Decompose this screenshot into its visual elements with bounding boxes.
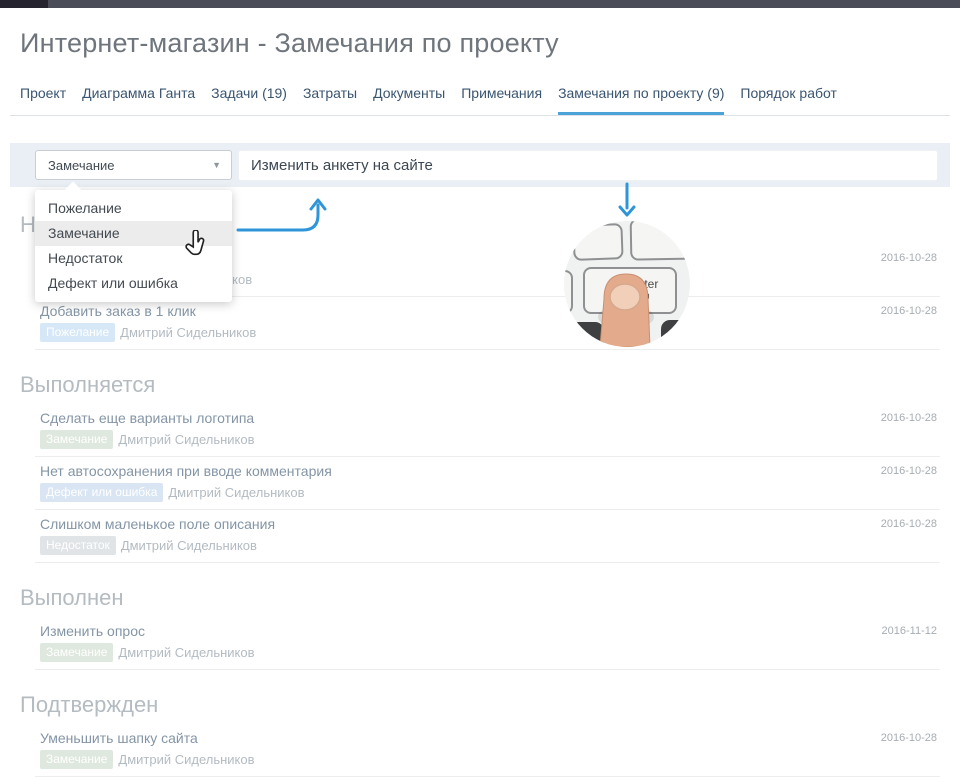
remark-title[interactable]: Уменьшить шапку сайта xyxy=(40,730,940,747)
remark-title-input[interactable] xyxy=(238,150,938,181)
remark-title[interactable]: Изменить опрос xyxy=(40,623,940,640)
remark-type-select-value: Замечание xyxy=(48,158,115,173)
type-badge: Недостаток xyxy=(40,536,116,555)
type-badge: Замечание xyxy=(40,643,113,662)
keyboard-key xyxy=(631,221,690,260)
tab-active[interactable]: Замечания по проекту (9) xyxy=(558,85,724,115)
add-remark-form: Замечание ▼ xyxy=(10,143,950,187)
window-top-bar xyxy=(0,0,960,8)
tab[interactable]: Задачи (19) xyxy=(211,85,287,115)
page-title: Интернет-магазин - Замечания по проекту xyxy=(20,28,960,59)
dropdown-option[interactable]: Пожелание xyxy=(35,196,232,221)
remark-meta: Замечание Дмитрий Сидельников xyxy=(40,750,940,769)
remark-date: 2016-10-28 xyxy=(881,465,937,477)
remark-title[interactable]: Нет автосохранения при вводе комментария xyxy=(40,463,940,480)
section-title: Выполняется xyxy=(20,372,940,398)
type-badge: Пожелание xyxy=(40,323,115,342)
remark-type-select[interactable]: Замечание ▼ xyxy=(35,150,232,180)
tab[interactable]: Порядок работ xyxy=(740,85,837,115)
chevron-down-icon: ▼ xyxy=(212,160,221,170)
remark-date: 2016-10-28 xyxy=(881,412,937,424)
tab[interactable]: Документы xyxy=(373,85,445,115)
remark-date: 2016-10-28 xyxy=(881,305,937,317)
author-name: Дмитрий Сидельников xyxy=(118,432,254,447)
enter-key-image: Enter ↵ xyxy=(564,221,690,347)
keyboard-key xyxy=(564,271,572,313)
remark-title[interactable]: Сделать еще варианты логотипа xyxy=(40,410,940,427)
remark-date: 2016-10-28 xyxy=(881,518,937,530)
remark-row[interactable]: Нет автосохранения при вводе комментария… xyxy=(35,457,940,510)
remark-meta: Замечание Дмитрий Сидельников xyxy=(40,430,940,449)
remark-meta: Замечание Дмитрий Сидельников xyxy=(40,643,940,662)
tab[interactable]: Диаграмма Ганта xyxy=(82,85,195,115)
remark-meta: Дефект или ошибка Дмитрий Сидельников xyxy=(40,483,940,502)
remark-type-dropdown: ПожеланиеЗамечаниеНедостатокДефект или о… xyxy=(35,190,232,302)
remark-title[interactable]: Слишком маленькое поле описания xyxy=(40,516,940,533)
tab[interactable]: Проект xyxy=(20,85,66,115)
remark-row[interactable]: Уменьшить шапку сайта Замечание Дмитрий Си… xyxy=(35,724,940,777)
keyboard-key-shadow xyxy=(661,320,690,347)
author-name: Дмитрий Сидельников xyxy=(118,752,254,767)
remark-date: 2016-10-28 xyxy=(881,252,937,264)
author-name: Дмитрий Сидельников xyxy=(118,645,254,660)
remark-row[interactable]: Добавить заказ в 1 клик Пожелание Дмитрий … xyxy=(35,297,940,350)
remark-title[interactable]: Добавить заказ в 1 клик xyxy=(40,303,940,320)
keyboard-key-shadow xyxy=(564,322,604,347)
remark-meta: Пожелание Дмитрий Сидельников xyxy=(40,323,940,342)
remark-date: 2016-11-12 xyxy=(882,625,937,637)
remark-meta: Недостаток Дмитрий Сидельников xyxy=(40,536,940,555)
dropdown-option[interactable]: Дефект или ошибка xyxy=(35,271,232,296)
arrow-to-input-head xyxy=(311,200,325,209)
remark-row[interactable]: Слишком маленькое поле описания Недостато… xyxy=(35,510,940,563)
author-name: Дмитрий Сидельников xyxy=(168,485,304,500)
remark-row[interactable]: Сделать еще варианты логотипа Замечание Дм… xyxy=(35,404,940,457)
tab-bar: Проект Диаграмма Ганта Задачи (19) Затраты Д… xyxy=(10,85,950,116)
section-title: Выполнен xyxy=(20,585,940,611)
type-badge: Замечание xyxy=(40,750,113,769)
section-title: Подтвержден xyxy=(20,692,940,718)
remark-row[interactable]: Изменить опрос Замечание Дмитрий Сидельник… xyxy=(35,617,940,670)
tab[interactable]: Затраты xyxy=(303,85,357,115)
remark-date: 2016-10-28 xyxy=(881,732,937,744)
fingernail xyxy=(610,284,640,310)
author-name: Дмитрий Сидельников xyxy=(120,325,256,340)
tab[interactable]: Примечания xyxy=(461,85,542,115)
window-top-bar-segment xyxy=(0,0,48,8)
cursor-hand-icon xyxy=(185,230,209,257)
keyboard-key xyxy=(573,224,622,260)
author-name: Дмитрий Сидельников xyxy=(121,538,257,553)
type-badge: Дефект или ошибка xyxy=(40,483,163,502)
type-badge: Замечание xyxy=(40,430,113,449)
